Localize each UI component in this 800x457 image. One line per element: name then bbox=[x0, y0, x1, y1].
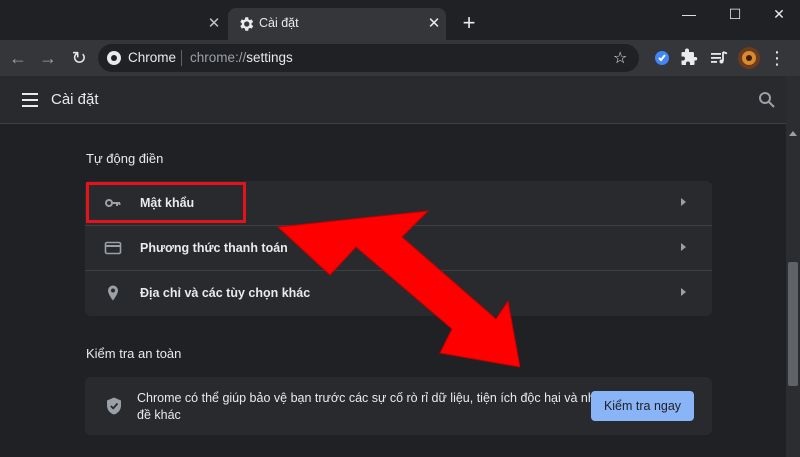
chevron-right-icon bbox=[681, 198, 686, 206]
autofill-section-title: Tự động điền bbox=[86, 151, 164, 166]
bookmark-star-icon[interactable]: ☆ bbox=[613, 48, 627, 68]
page-title: Cài đặt bbox=[51, 91, 99, 108]
more-menu-icon[interactable]: ⋮ bbox=[766, 47, 788, 69]
scrollbar-thumb[interactable] bbox=[788, 262, 798, 386]
url-host: settings bbox=[246, 50, 293, 65]
minimize-button[interactable]: — bbox=[674, 4, 704, 24]
tab-close-icon[interactable]: ✕ bbox=[424, 14, 444, 34]
annotation-arrow-icon bbox=[276, 210, 520, 368]
media-playlist-icon[interactable] bbox=[709, 48, 729, 68]
gear-icon bbox=[240, 17, 254, 31]
tab-strip: ✕ Cài đặt ✕ + — ☐ ✕ bbox=[0, 0, 800, 40]
browser-toolbar: ← → ↻ Chrome chrome://settings ☆ ⋮ bbox=[0, 40, 800, 76]
back-button[interactable]: ← bbox=[7, 47, 29, 69]
maximize-button[interactable]: ☐ bbox=[720, 4, 750, 24]
site-chip: Chrome bbox=[128, 50, 177, 65]
autofill-row-label: Phương thức thanh toán bbox=[140, 241, 288, 255]
extension-blue-icon[interactable] bbox=[652, 48, 672, 68]
window-close-button[interactable]: ✕ bbox=[764, 4, 794, 24]
credit-card-icon bbox=[104, 241, 122, 255]
settings-header: Cài đặt bbox=[0, 76, 786, 124]
extensions-puzzle-icon[interactable] bbox=[680, 48, 700, 68]
annotation-highlight-box bbox=[86, 182, 246, 223]
new-tab-button[interactable]: + bbox=[458, 12, 480, 34]
check-now-button[interactable]: Kiểm tra ngay bbox=[591, 391, 694, 421]
url-scheme: chrome:// bbox=[190, 50, 247, 65]
address-bar[interactable]: Chrome chrome://settings ☆ bbox=[98, 44, 639, 72]
chrome-logo-icon bbox=[107, 51, 121, 65]
page-scrollbar[interactable] bbox=[786, 76, 800, 457]
hamburger-menu-icon[interactable] bbox=[22, 93, 38, 107]
safety-section-title: Kiểm tra an toàn bbox=[86, 346, 182, 361]
tab-settings[interactable]: Cài đặt ✕ bbox=[228, 8, 446, 40]
shield-check-icon bbox=[107, 397, 121, 415]
forward-button[interactable]: → bbox=[37, 47, 59, 69]
safety-check-card: Chrome có thể giúp bảo vệ bạn trước các … bbox=[85, 377, 712, 435]
tab-previous[interactable]: ✕ bbox=[0, 8, 226, 40]
scroll-up-icon[interactable] bbox=[789, 131, 797, 136]
tab-title: Cài đặt bbox=[259, 16, 299, 30]
omnibox-divider bbox=[181, 50, 182, 66]
safety-description: Chrome có thể giúp bảo vệ bạn trước các … bbox=[137, 391, 641, 422]
chevron-right-icon bbox=[681, 288, 686, 296]
search-icon[interactable] bbox=[758, 91, 776, 109]
reload-button[interactable]: ↻ bbox=[68, 47, 90, 69]
chevron-right-icon bbox=[681, 243, 686, 251]
url-text: chrome://settings bbox=[190, 50, 293, 65]
location-pin-icon bbox=[108, 285, 118, 301]
avatar[interactable] bbox=[738, 47, 760, 69]
tab-close-icon[interactable]: ✕ bbox=[204, 14, 224, 34]
